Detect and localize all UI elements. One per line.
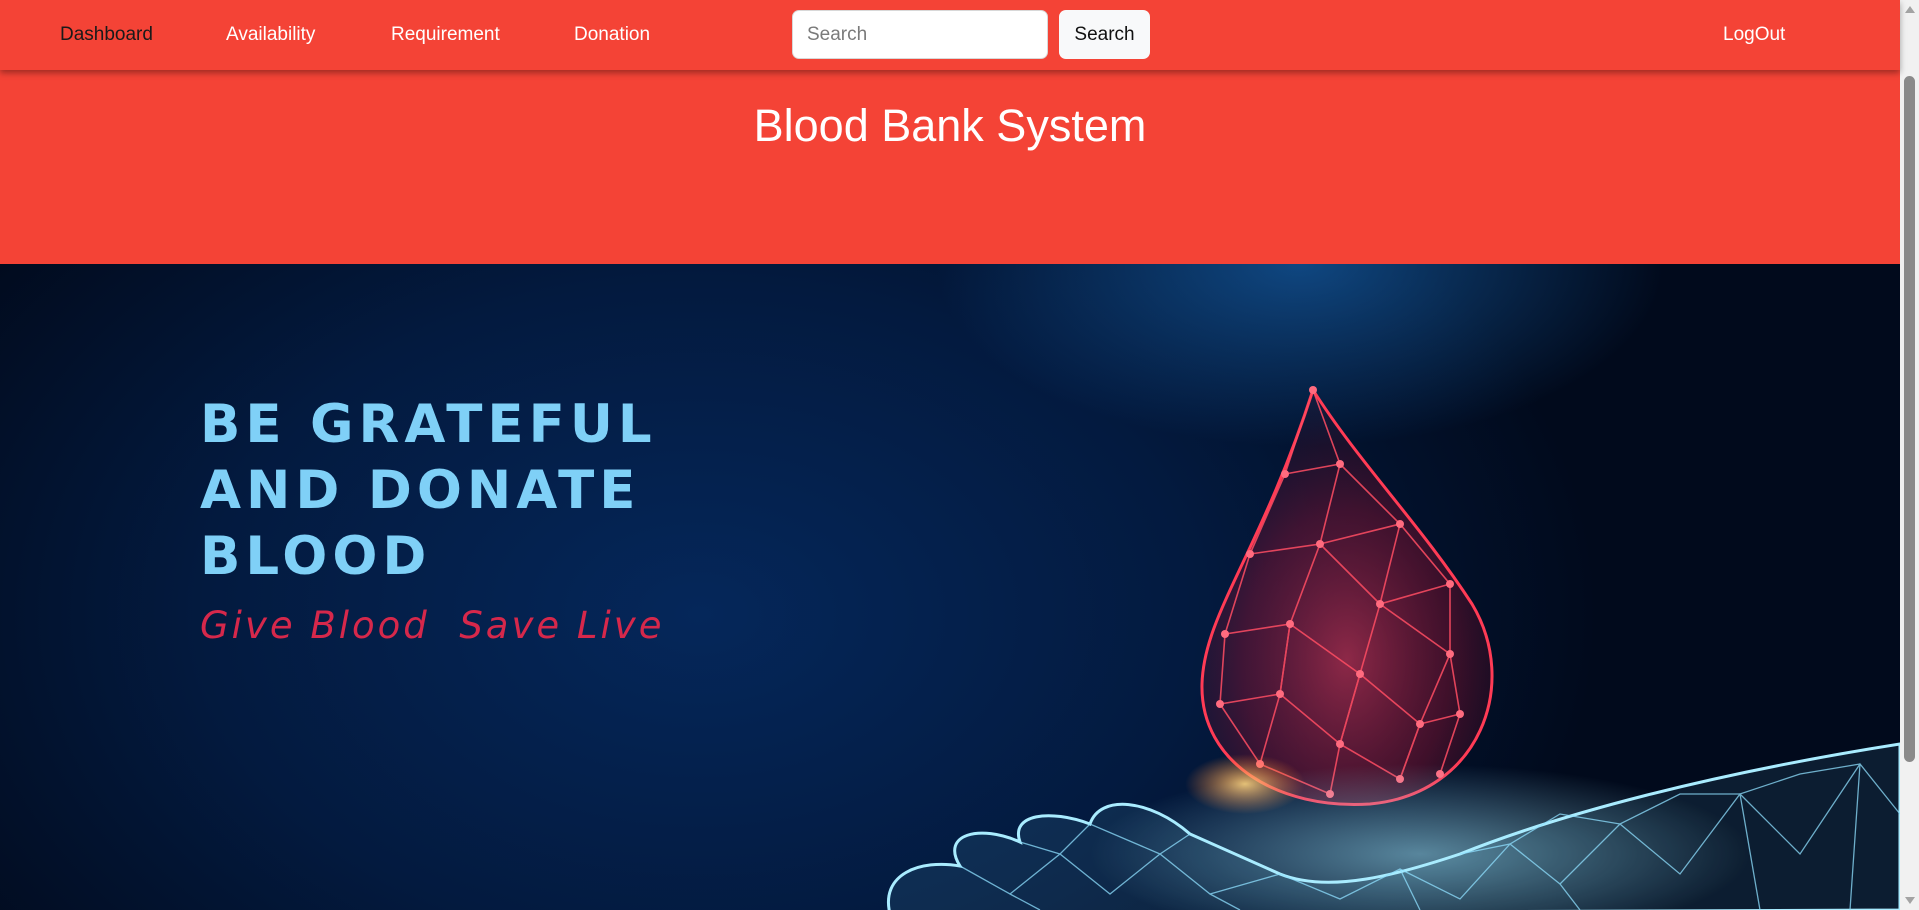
hand-icon [887,742,1900,910]
logout-link[interactable]: LogOut [1723,24,1785,46]
hero-banner: BE GRATEFUL AND DONATE BLOOD Give Blood … [0,264,1900,910]
nav-link-availability[interactable]: Availability [226,24,315,46]
scroll-thumb[interactable] [1904,76,1915,762]
banner-tagline: Give Blood Save Live [200,604,665,647]
page: Dashboard Availability Requirement Donat… [0,0,1919,910]
nav-link-dashboard[interactable]: Dashboard [60,24,153,46]
blood-drop-icon [1185,386,1494,814]
vertical-scrollbar[interactable] [1900,0,1919,910]
top-navbar: Dashboard Availability Requirement Donat… [0,0,1900,70]
search-button[interactable]: Search [1059,10,1150,59]
nav-link-requirement[interactable]: Requirement [391,24,500,46]
blood-drop-hand-illustration [887,386,1900,910]
page-title: Blood Bank System [753,100,1147,151]
header-band: Blood Bank System [0,70,1900,264]
nav-link-donation[interactable]: Donation [574,24,650,46]
scroll-up-icon[interactable] [1905,6,1915,13]
search-input[interactable] [792,10,1048,59]
scroll-down-icon[interactable] [1905,897,1915,904]
banner-heading: BE GRATEFUL AND DONATE BLOOD [200,394,657,587]
